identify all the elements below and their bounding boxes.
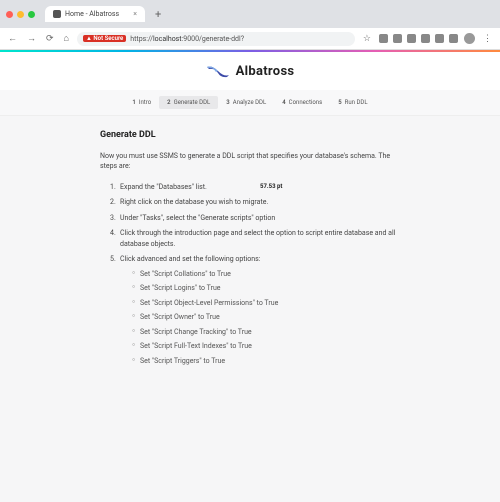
- close-tab-icon[interactable]: ×: [133, 10, 137, 18]
- list-item: Set "Script Owner" to True: [132, 312, 400, 323]
- profile-avatar-icon[interactable]: [464, 33, 475, 44]
- brand-name: Albatross: [236, 64, 295, 79]
- extension-icons: [379, 34, 458, 43]
- app-header: Albatross: [0, 52, 500, 90]
- close-window-icon[interactable]: [6, 11, 13, 18]
- list-item: Set "Script Full-Text Indexes" to True: [132, 341, 400, 352]
- step-intro[interactable]: 1Intro: [124, 96, 159, 109]
- page-content: Albatross 1Intro 2Generate DDL 3Analyze …: [0, 52, 500, 502]
- maximize-window-icon[interactable]: [28, 11, 35, 18]
- options-sublist: Set "Script Collations" to True Set "Scr…: [120, 269, 400, 367]
- minimize-window-icon[interactable]: [17, 11, 24, 18]
- albatross-logo-icon: [206, 62, 230, 80]
- step-generate-ddl[interactable]: 2Generate DDL: [159, 96, 218, 109]
- list-item: Set "Script Triggers" to True: [132, 356, 400, 367]
- page-title: Generate DDL: [100, 130, 400, 140]
- browser-tab[interactable]: Home - Albatross ×: [45, 6, 145, 22]
- window-controls[interactable]: [6, 11, 35, 18]
- list-item: Click advanced and set the following opt…: [110, 254, 400, 366]
- extension-icon[interactable]: [421, 34, 430, 43]
- inline-note: 57.53 pt: [260, 182, 282, 191]
- list-item: Expand the "Databases" list. 57.53 pt: [110, 182, 400, 193]
- favicon-icon: [53, 10, 61, 18]
- tab-title: Home - Albatross: [65, 10, 119, 18]
- page-body: Generate DDL Now you must use SSMS to ge…: [80, 116, 420, 385]
- url-bar[interactable]: ▲ Not Secure https://localhost:9000/gene…: [77, 32, 355, 46]
- list-item: Right click on the database you wish to …: [110, 197, 400, 208]
- extension-icon[interactable]: [407, 34, 416, 43]
- browser-tab-strip: Home - Albatross × +: [0, 0, 500, 28]
- intro-text: Now you must use SSMS to generate a DDL …: [100, 152, 400, 172]
- instruction-list: Expand the "Databases" list. 57.53 pt Ri…: [100, 182, 400, 367]
- extension-icon[interactable]: [435, 34, 444, 43]
- step-list: 1Intro 2Generate DDL 3Analyze DDL 4Conne…: [124, 96, 375, 109]
- reload-button[interactable]: ⟳: [44, 34, 56, 44]
- url-text: https://localhost:9000/generate-ddl?: [130, 35, 244, 43]
- step-run-ddl[interactable]: 5Run DDL: [330, 96, 375, 109]
- not-secure-badge: ▲ Not Secure: [83, 35, 126, 42]
- list-item: Set "Script Change Tracking" to True: [132, 327, 400, 338]
- step-analyze-ddl[interactable]: 3Analyze DDL: [218, 96, 274, 109]
- home-button[interactable]: ⌂: [62, 33, 71, 44]
- extension-icon[interactable]: [449, 34, 458, 43]
- list-item: Set "Script Collations" to True: [132, 269, 400, 280]
- list-item: Under "Tasks", select the "Generate scri…: [110, 213, 400, 224]
- browser-toolbar: ← → ⟳ ⌂ ▲ Not Secure https://localhost:9…: [0, 28, 500, 50]
- list-item: Set "Script Logins" to True: [132, 283, 400, 294]
- browser-menu-icon[interactable]: ⋮: [481, 34, 494, 44]
- list-item: Set "Script Object-Level Permissions" to…: [132, 298, 400, 309]
- forward-button[interactable]: →: [25, 33, 38, 44]
- step-connections[interactable]: 4Connections: [274, 96, 330, 109]
- wizard-steps: 1Intro 2Generate DDL 3Analyze DDL 4Conne…: [0, 90, 500, 116]
- bookmark-star-icon[interactable]: ☆: [361, 34, 373, 44]
- list-item: Click through the introduction page and …: [110, 228, 400, 249]
- back-button[interactable]: ←: [6, 33, 19, 44]
- extension-icon[interactable]: [393, 34, 402, 43]
- extension-icon[interactable]: [379, 34, 388, 43]
- new-tab-button[interactable]: +: [149, 8, 167, 21]
